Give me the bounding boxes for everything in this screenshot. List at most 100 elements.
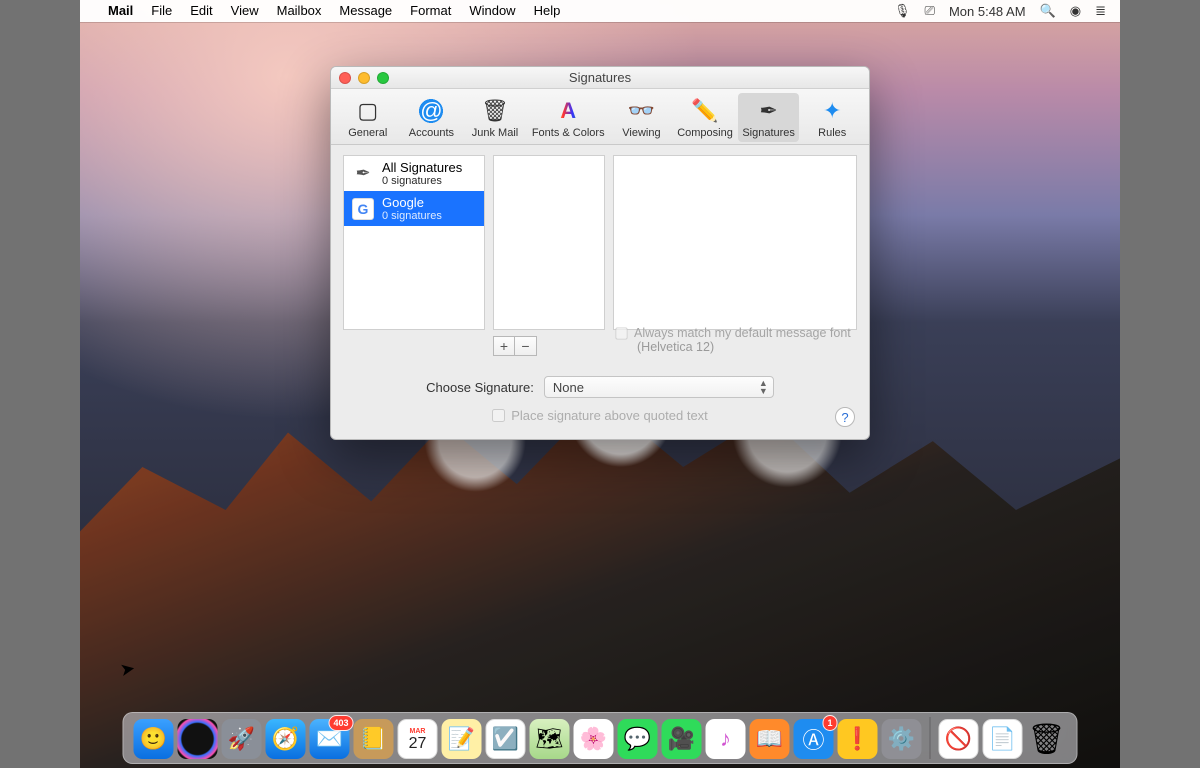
toolbar-accounts-label: Accounts (409, 127, 454, 139)
dock-siri[interactable] (178, 719, 218, 759)
dock-ibooks[interactable]: 📖 (750, 719, 790, 759)
dock-recent-2[interactable]: 📄 (983, 719, 1023, 759)
signatures-list[interactable] (493, 155, 605, 330)
toolbar-rules-label: Rules (818, 127, 846, 139)
menu-edit[interactable]: Edit (181, 0, 221, 22)
match-default-font-label: Always match my default message font (634, 326, 851, 340)
appstore-badge: 1 (822, 715, 837, 731)
choose-signature-select[interactable]: None (544, 376, 774, 398)
menu-file[interactable]: File (142, 0, 181, 22)
window-traffic-lights (339, 72, 389, 84)
dock-maps[interactable]: 🗺 (530, 719, 570, 759)
place-above-row[interactable]: Place signature above quoted text (343, 408, 857, 423)
menu-message[interactable]: Message (330, 0, 401, 22)
toolbar-signatures[interactable]: ✒︎ Signatures (738, 93, 800, 142)
menubar-clock[interactable]: Mon 5:48 AM (949, 4, 1026, 19)
account-all-signatures[interactable]: ✒︎ All Signatures 0 signatures (344, 156, 484, 191)
default-font-note: (Helvetica 12) (637, 340, 857, 354)
airplay-icon[interactable]: ⎚ (925, 3, 935, 19)
dock-recent-1[interactable]: 🚫 (939, 719, 979, 759)
dock-photos[interactable]: 🌸 (574, 719, 614, 759)
menu-bar: Mail File Edit View Mailbox Message Form… (80, 0, 1120, 22)
window-title: Signatures (569, 70, 631, 85)
menu-help[interactable]: Help (525, 0, 570, 22)
toolbar-composing-label: Composing (677, 127, 733, 139)
prefs-toolbar: ▢ General @ Accounts 🗑 Junk Mail A Fonts… (331, 89, 869, 145)
junk-icon: 🗑 (481, 97, 509, 125)
toolbar-general[interactable]: ▢ General (337, 93, 399, 142)
calendar-day: 27 (409, 735, 427, 753)
dock-launchpad[interactable]: 🚀 (222, 719, 262, 759)
add-signature-button[interactable]: + (493, 336, 515, 356)
dock-messages[interactable]: 💬 (618, 719, 658, 759)
dock-notes[interactable]: 📝 (442, 719, 482, 759)
toolbar-general-label: General (348, 127, 387, 139)
mail-badge: 403 (328, 715, 353, 731)
mail-preferences-window: Signatures ▢ General @ Accounts 🗑 Junk M… (330, 66, 870, 440)
toolbar-signatures-label: Signatures (742, 127, 795, 139)
toolbar-rules[interactable]: ✦ Rules (801, 93, 863, 142)
match-default-font-checkbox[interactable] (615, 327, 627, 339)
google-icon: G (352, 198, 374, 220)
remove-signature-button[interactable]: − (515, 336, 537, 356)
place-above-label: Place signature above quoted text (511, 408, 708, 423)
calendar-month: MAR (410, 728, 426, 735)
dock-itunes[interactable]: ♪ (706, 719, 746, 759)
menu-window[interactable]: Window (460, 0, 524, 22)
window-zoom-button[interactable] (377, 72, 389, 84)
toolbar-viewing-label: Viewing (622, 127, 660, 139)
rules-icon: ✦ (818, 97, 846, 125)
signatures-icon: ✒︎ (755, 97, 783, 125)
accounts-list[interactable]: ✒︎ All Signatures 0 signatures G Google … (343, 155, 485, 330)
toolbar-fonts-label: Fonts & Colors (532, 127, 605, 139)
desktop: Mail File Edit View Mailbox Message Form… (80, 0, 1120, 768)
dock: 🙂 🚀 🧭 ✉️403 📒 MAR27 📝 ☑️ 🗺 🌸 💬 🎥 ♪ 📖 Ⓐ1 … (123, 712, 1078, 764)
dock-contacts[interactable]: 📒 (354, 719, 394, 759)
dock-finder[interactable]: 🙂 (134, 719, 174, 759)
toolbar-viewing[interactable]: 👓 Viewing (611, 93, 673, 142)
letterbox-right (1120, 0, 1200, 768)
general-icon: ▢ (354, 97, 382, 125)
toolbar-accounts[interactable]: @ Accounts (401, 93, 463, 142)
spotlight-icon[interactable]: 🔍 (1040, 3, 1056, 19)
toolbar-fonts[interactable]: A Fonts & Colors (528, 93, 609, 142)
viewing-icon: 👓 (627, 97, 655, 125)
dock-trash[interactable]: 🗑 (1027, 719, 1067, 759)
window-close-button[interactable] (339, 72, 351, 84)
window-minimize-button[interactable] (358, 72, 370, 84)
dock-systempreferences[interactable]: ⚙️ (882, 719, 922, 759)
signature-editor[interactable] (613, 155, 857, 330)
dock-safari[interactable]: 🧭 (266, 719, 306, 759)
menu-format[interactable]: Format (401, 0, 460, 22)
toolbar-composing[interactable]: ✏️ Composing (674, 93, 736, 142)
composing-icon: ✏️ (691, 97, 719, 125)
choose-signature-label: Choose Signature: (426, 380, 534, 395)
account-google[interactable]: G Google 0 signatures (344, 191, 484, 226)
signature-glyph-icon: ✒︎ (352, 163, 374, 185)
fonts-icon: A (554, 97, 582, 125)
account-count: 0 signatures (382, 210, 442, 222)
dictation-icon[interactable]: 🎙 (894, 3, 911, 19)
account-count: 0 signatures (382, 175, 462, 187)
dock-facetime[interactable]: 🎥 (662, 719, 702, 759)
help-button[interactable]: ? (835, 407, 855, 427)
place-above-checkbox[interactable] (492, 409, 505, 422)
accounts-icon: @ (417, 97, 445, 125)
menu-mailbox[interactable]: Mailbox (268, 0, 331, 22)
dock-separator (930, 717, 931, 759)
toolbar-junk[interactable]: 🗑 Junk Mail (464, 93, 526, 142)
dock-mail[interactable]: ✉️403 (310, 719, 350, 759)
dock-appstore[interactable]: Ⓐ1 (794, 719, 834, 759)
app-menu[interactable]: Mail (99, 0, 142, 22)
letterbox-left (0, 0, 80, 768)
dock-reminders[interactable]: ☑️ (486, 719, 526, 759)
window-titlebar[interactable]: Signatures (331, 67, 869, 89)
menu-view[interactable]: View (222, 0, 268, 22)
toolbar-junk-label: Junk Mail (472, 127, 518, 139)
siri-menubar-icon[interactable]: ◉ (1070, 3, 1081, 19)
dock-calendar[interactable]: MAR27 (398, 719, 438, 759)
match-default-font-row[interactable]: Always match my default message font (615, 326, 857, 340)
dock-utility[interactable]: ❗ (838, 719, 878, 759)
notification-center-icon[interactable]: ≣ (1095, 3, 1106, 19)
account-name: Google (382, 195, 442, 210)
